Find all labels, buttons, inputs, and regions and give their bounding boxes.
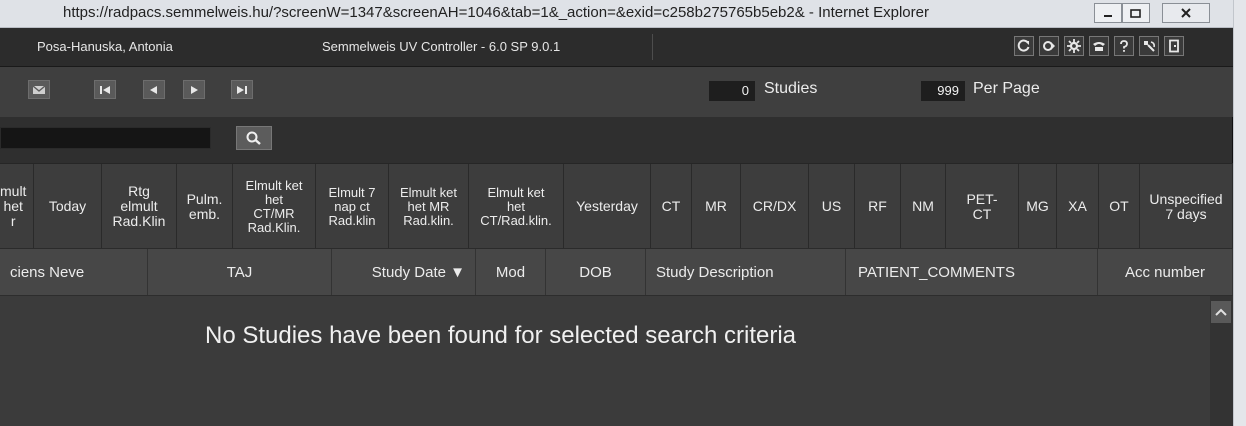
next-page-button[interactable] — [183, 80, 205, 99]
refresh-button[interactable] — [1014, 36, 1034, 56]
last-page-button[interactable] — [231, 80, 253, 99]
filter-us[interactable]: US — [809, 164, 855, 249]
forward-icon — [1043, 41, 1055, 51]
minimize-icon — [1104, 15, 1112, 17]
logout-button[interactable] — [1164, 36, 1184, 56]
filter-rf[interactable]: RF — [855, 164, 901, 249]
filter-cr-dx[interactable]: CR/DX — [741, 164, 809, 249]
browser-title: https://radpacs.semmelweis.hu/?screenW=1… — [63, 4, 929, 21]
column-header-patient-name[interactable]: ciens Neve — [0, 249, 148, 295]
app-header: Posa-Hanuska, Antonia Semmelweis UV Cont… — [0, 28, 1246, 67]
maximize-button[interactable] — [1122, 3, 1150, 23]
app-title: Semmelweis UV Controller - 6.0 SP 9.0.1 — [322, 39, 561, 54]
column-header-acc-number[interactable]: Acc number — [1098, 249, 1233, 295]
filter-ot[interactable]: OT — [1099, 164, 1140, 249]
filter-bar: mult het r Today Rtg elmult Rad.Klin Pul… — [0, 163, 1246, 249]
filter-rtg-elmult[interactable]: Rtg elmult Rad.Klin — [102, 164, 177, 249]
column-header-patient-comments[interactable]: PATIENT_COMMENTS — [846, 249, 1098, 295]
column-header-mod[interactable]: Mod — [476, 249, 546, 295]
header-divider — [652, 34, 653, 60]
per-page-label: Per Page — [973, 80, 1040, 97]
empty-results-message: No Studies have been found for selected … — [205, 322, 797, 349]
filter-today[interactable]: Today — [34, 164, 102, 249]
close-button[interactable] — [1162, 3, 1210, 23]
email-button[interactable] — [28, 80, 50, 99]
refresh-icon — [1017, 39, 1030, 52]
help-icon — [1120, 40, 1128, 52]
browser-scrollbar[interactable] — [1233, 0, 1246, 426]
last-page-icon — [237, 85, 247, 94]
tools-icon — [1144, 41, 1155, 52]
filter-xa[interactable]: XA — [1057, 164, 1099, 249]
first-page-icon — [100, 85, 110, 94]
filter-ct[interactable]: CT — [651, 164, 692, 249]
filter-elmult-ct-mr[interactable]: Elmult ket het CT/MR Rad.Klin. — [233, 164, 316, 249]
search-icon — [246, 131, 261, 145]
filter-nm[interactable]: NM — [901, 164, 946, 249]
filter-pet-ct[interactable]: PET- CT — [946, 164, 1019, 249]
scroll-up-button[interactable] — [1211, 301, 1231, 323]
column-header-study-date[interactable]: Study Date ▼ — [332, 249, 476, 295]
studies-count: 0 — [709, 81, 755, 101]
filter-elmult-ct-rad[interactable]: Elmult ket het CT/Rad.klin. — [469, 164, 564, 249]
forward-button[interactable] — [1039, 36, 1059, 56]
filter-mult-het[interactable]: mult het r — [0, 164, 34, 249]
next-page-icon — [191, 85, 198, 94]
chevron-up-icon — [1215, 308, 1227, 316]
settings-icon — [1067, 39, 1081, 53]
phone-button[interactable] — [1089, 36, 1109, 56]
help-button[interactable] — [1114, 36, 1134, 56]
navigation-toolbar: 0 Studies 999 Per Page — [0, 67, 1246, 117]
previous-page-icon — [150, 85, 157, 94]
phone-icon — [1093, 42, 1105, 51]
column-header-study-description[interactable]: Study Description — [646, 249, 846, 295]
envelope-icon — [32, 84, 46, 94]
previous-page-button[interactable] — [143, 80, 165, 99]
filter-unspecified-7-days[interactable]: Unspecified 7 days — [1140, 164, 1233, 249]
column-header-dob[interactable]: DOB — [546, 249, 646, 295]
filter-pulm-emb[interactable]: Pulm. emb. — [177, 164, 233, 249]
filter-yesterday[interactable]: Yesterday — [564, 164, 651, 249]
search-input[interactable] — [0, 127, 211, 149]
results-scrollbar[interactable] — [1210, 296, 1233, 426]
filter-elmult-7-nap-ct[interactable]: Elmult 7 nap ct Rad.klin — [316, 164, 389, 249]
column-headers: ciens Neve TAJ Study Date ▼ Mod DOB Stud… — [0, 248, 1246, 297]
filter-elmult-mr[interactable]: Elmult ket het MR Rad.klin. — [389, 164, 469, 249]
logout-icon — [1169, 39, 1179, 53]
tools-button[interactable] — [1139, 36, 1159, 56]
results-area: No Studies have been found for selected … — [0, 296, 1246, 426]
settings-button[interactable] — [1064, 36, 1084, 56]
first-page-button[interactable] — [94, 80, 116, 99]
patient-name: Posa-Hanuska, Antonia — [37, 39, 173, 54]
minimize-button[interactable] — [1094, 3, 1122, 23]
search-button[interactable] — [236, 126, 272, 150]
browser-title-bar: https://radpacs.semmelweis.hu/?screenW=1… — [0, 0, 1246, 28]
column-header-taj[interactable]: TAJ — [148, 249, 332, 295]
per-page-input[interactable]: 999 — [921, 81, 965, 101]
restore-icon — [1130, 9, 1141, 18]
filter-mr[interactable]: MR — [692, 164, 741, 249]
studies-label: Studies — [764, 80, 818, 97]
search-bar — [0, 117, 1246, 163]
close-icon — [1181, 8, 1191, 18]
filter-mg[interactable]: MG — [1019, 164, 1057, 249]
